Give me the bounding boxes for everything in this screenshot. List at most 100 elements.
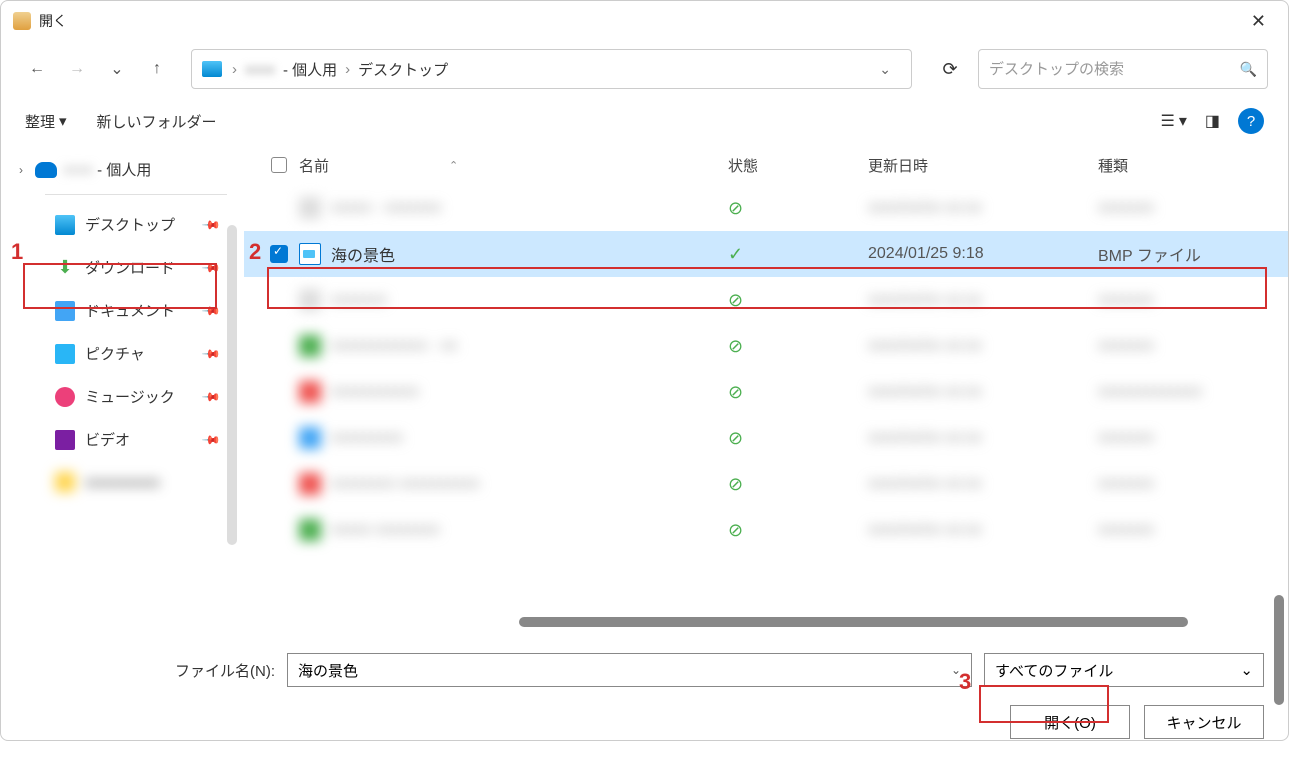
sidebar-item-label: ドキュメント <box>85 300 175 321</box>
sidebar-item-downloads[interactable]: ⬇ ダウンロード 📌 <box>15 246 227 289</box>
file-row[interactable]: xxxxx - xxxxxxx ⊘ xxxx/xx/xx xx:xx xxxxx… <box>244 185 1288 231</box>
toolbar: 整理 ▾ 新しいフォルダー ☰ ▾ ◨ ? <box>1 97 1288 145</box>
open-dialog: 開く ✕ ← → ⌄ ↑ › xxxx - 個人用 › デスクトップ ⌄ ⟳ 🔍… <box>0 0 1289 741</box>
download-icon: ⬇ <box>55 258 75 278</box>
filename-label: ファイル名(N): <box>175 660 275 681</box>
horizontal-scrollbar[interactable] <box>519 617 1188 627</box>
sync-status-icon: ✓ <box>728 244 868 265</box>
file-row-selected[interactable]: 海の景色 ✓ 2024/01/25 9:18 BMP ファイル <box>244 231 1288 277</box>
column-type[interactable]: 種類 <box>1098 155 1288 176</box>
breadcrumb-desktop[interactable]: デスクトップ <box>358 59 448 80</box>
sidebar-item-label: xxxxxxxxxx <box>85 474 160 491</box>
column-modified[interactable]: 更新日時 <box>868 155 1098 176</box>
forward-button[interactable]: → <box>61 53 93 85</box>
search-input[interactable] <box>989 61 1240 78</box>
pin-icon: 📌 <box>201 300 221 320</box>
view-mode-button[interactable]: ☰ ▾ <box>1161 111 1187 131</box>
sync-status-icon: ⊘ <box>728 336 868 357</box>
music-icon <box>55 387 75 407</box>
file-row[interactable]: xxxxxxxxx ⊘ xxxx/xx/xx xx:xx xxxxxxx <box>244 415 1288 461</box>
sidebar-item-pictures[interactable]: ピクチャ 📌 <box>15 332 227 375</box>
filetype-filter[interactable]: すべてのファイル ⌄ <box>984 653 1264 687</box>
file-icon <box>299 519 321 541</box>
document-icon <box>55 301 75 321</box>
cloud-icon <box>35 162 57 178</box>
sidebar-onedrive[interactable]: › xxxx - 個人用 <box>15 153 227 186</box>
back-button[interactable]: ← <box>21 53 53 85</box>
organize-button[interactable]: 整理 ▾ <box>25 111 67 132</box>
open-button[interactable]: 開く(O) <box>1010 705 1130 739</box>
chevron-down-icon: ▾ <box>59 112 67 130</box>
search-icon[interactable]: 🔍 <box>1240 61 1257 78</box>
nav-bar: ← → ⌄ ↑ › xxxx - 個人用 › デスクトップ ⌄ ⟳ 🔍 <box>1 41 1288 97</box>
cancel-button[interactable]: キャンセル <box>1144 705 1264 739</box>
annotation-1: 1 <box>11 239 23 265</box>
file-row[interactable]: xxxxxxx ⊘ xxxx/xx/xx xx:xx xxxxxxx <box>244 277 1288 323</box>
address-bar[interactable]: › xxxx - 個人用 › デスクトップ ⌄ <box>191 49 912 89</box>
file-icon <box>299 289 321 311</box>
up-button[interactable]: ↑ <box>141 53 173 85</box>
sidebar-item-label: ピクチャ <box>85 343 145 364</box>
breadcrumb-user[interactable]: xxxx <box>245 61 275 78</box>
close-icon[interactable]: ✕ <box>1241 7 1276 36</box>
search-box[interactable]: 🔍 <box>978 49 1268 89</box>
sync-status-icon: ⊘ <box>728 520 868 541</box>
column-state[interactable]: 状態 <box>728 155 868 176</box>
sidebar-scrollbar[interactable] <box>227 225 237 545</box>
chevron-right-icon: › <box>232 61 237 78</box>
filename-input[interactable]: 海の景色 ⌄ <box>287 653 972 687</box>
refresh-button[interactable]: ⟳ <box>930 49 970 89</box>
sync-status-icon: ⊘ <box>728 474 868 495</box>
body-area: › xxxx - 個人用 デスクトップ 📌 ⬇ ダウンロード 📌 ドキュメント … <box>1 145 1288 635</box>
sidebar-item-desktop[interactable]: デスクトップ 📌 <box>15 203 227 246</box>
vertical-scrollbar[interactable] <box>1274 595 1284 705</box>
sidebar-item-label: ダウンロード <box>85 257 175 278</box>
annotation-2: 2 <box>249 239 261 265</box>
file-row[interactable]: xxxxxxxxxxx ⊘ xxxx/xx/xx xx:xx xxxxxxxxx… <box>244 369 1288 415</box>
sort-indicator: ⌃ <box>449 159 458 172</box>
bottom-area: ファイル名(N): 海の景色 ⌄ すべてのファイル ⌄ 開く(O) キャンセル <box>1 635 1288 757</box>
file-icon <box>299 197 321 219</box>
sidebar-item-music[interactable]: ミュージック 📌 <box>15 375 227 418</box>
pictures-icon <box>55 344 75 364</box>
sidebar-item-documents[interactable]: ドキュメント 📌 <box>15 289 227 332</box>
video-icon <box>55 430 75 450</box>
sidebar-item-videos[interactable]: ビデオ 📌 <box>15 418 227 461</box>
breadcrumb-personal[interactable]: - 個人用 <box>283 59 337 80</box>
chevron-right-icon: › <box>345 61 350 78</box>
file-icon <box>299 381 321 403</box>
preview-pane-button[interactable]: ◨ <box>1205 111 1220 131</box>
column-headers: 名前⌃ 状態 更新日時 種類 <box>239 145 1288 185</box>
sidebar-item-folder[interactable]: xxxxxxxxxx <box>15 461 227 503</box>
sidebar-item-label: ビデオ <box>85 429 130 450</box>
address-dropdown[interactable]: ⌄ <box>869 61 901 78</box>
chevron-down-icon: ▾ <box>1179 111 1187 131</box>
file-name: 海の景色 <box>331 242 728 266</box>
select-all-checkbox[interactable] <box>259 157 299 173</box>
titlebar: 開く ✕ <box>1 1 1288 41</box>
file-rows: xxxxx - xxxxxxx ⊘ xxxx/xx/xx xx:xx xxxxx… <box>239 185 1288 553</box>
pin-icon: 📌 <box>201 386 221 406</box>
app-icon <box>13 12 31 30</box>
dialog-title: 開く <box>39 11 67 31</box>
sidebar: › xxxx - 個人用 デスクトップ 📌 ⬇ ダウンロード 📌 ドキュメント … <box>1 145 239 635</box>
file-row[interactable]: xxxxxxxxxxxx - xx ⊘ xxxx/xx/xx xx:xx xxx… <box>244 323 1288 369</box>
pin-icon: 📌 <box>201 429 221 449</box>
sync-status-icon: ⊘ <box>728 198 868 219</box>
folder-icon <box>55 472 75 492</box>
file-type: BMP ファイル <box>1098 242 1288 266</box>
new-folder-button[interactable]: 新しいフォルダー <box>97 111 217 132</box>
sidebar-user: xxxx <box>63 161 93 178</box>
sidebar-item-label: ミュージック <box>85 386 175 407</box>
sync-status-icon: ⊘ <box>728 428 868 449</box>
file-row[interactable]: xxxxxxxx xxxxxxxxxx ⊘ xxxx/xx/xx xx:xx x… <box>244 461 1288 507</box>
chevron-down-icon: ⌄ <box>1240 661 1253 679</box>
breadcrumb[interactable]: › xxxx - 個人用 › デスクトップ <box>232 59 869 80</box>
pin-icon: 📌 <box>201 343 221 363</box>
column-name[interactable]: 名前⌃ <box>299 155 728 176</box>
help-button[interactable]: ? <box>1238 108 1264 134</box>
row-checkbox[interactable] <box>259 245 299 263</box>
recent-button[interactable]: ⌄ <box>101 53 133 85</box>
file-icon <box>299 335 321 357</box>
file-row[interactable]: xxxxx xxxxxxxx ⊘ xxxx/xx/xx xx:xx xxxxxx… <box>244 507 1288 553</box>
